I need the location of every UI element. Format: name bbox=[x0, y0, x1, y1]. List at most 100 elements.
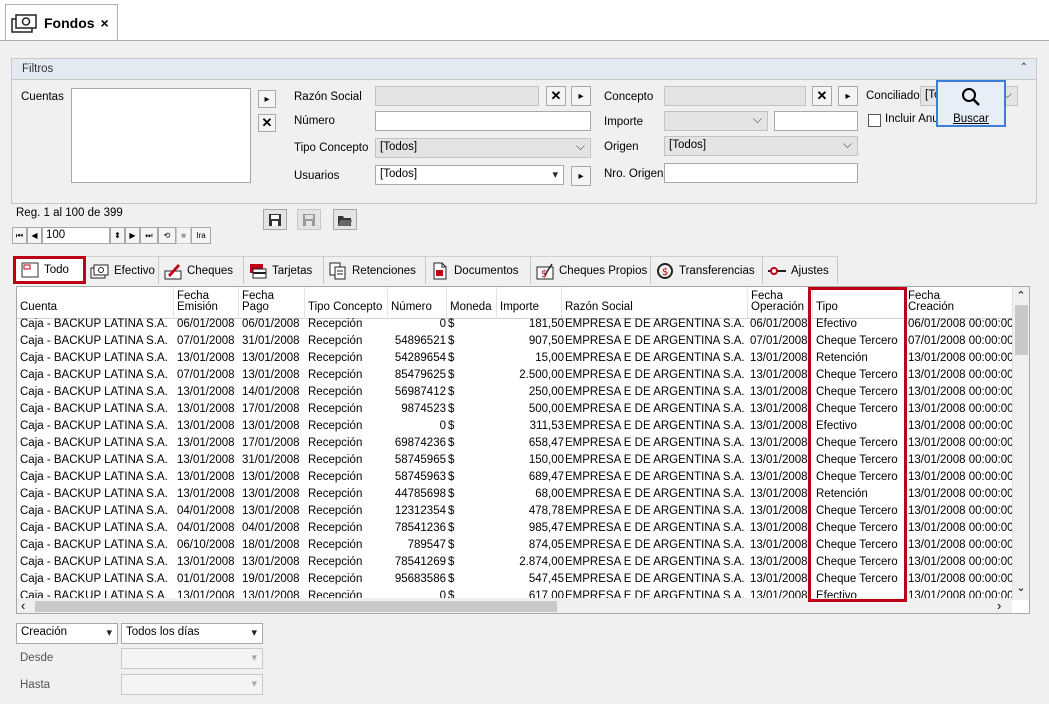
last-page-button[interactable]: ⏭ bbox=[140, 227, 158, 244]
goto-button[interactable]: Ira bbox=[191, 227, 211, 244]
cell-tipo-concepto: Recepción bbox=[308, 573, 363, 585]
col-header-fecha-creacion[interactable]: Fecha Creación bbox=[905, 287, 1015, 319]
concepto-search-button[interactable]: ▸ bbox=[838, 86, 858, 106]
save-as-button[interactable] bbox=[297, 209, 321, 230]
origen-select[interactable]: [Todos] bbox=[664, 136, 858, 156]
filters-header[interactable]: Filtros ⌃ bbox=[12, 59, 1036, 80]
scroll-up-icon[interactable]: ⌃ bbox=[1013, 289, 1029, 302]
tab-cheques[interactable]: Cheques bbox=[159, 256, 244, 284]
table-row[interactable]: Caja - BACKUP LATINA S.A. 13/01/2008 13/01… bbox=[17, 486, 1017, 503]
collapse-icon[interactable]: ⌃ bbox=[1020, 62, 1028, 73]
cell-fecha-emision: 07/01/2008 bbox=[177, 335, 235, 347]
col-header-tipo-concepto[interactable]: Tipo Concepto bbox=[305, 287, 388, 319]
cuentas-add-button[interactable]: ▸ bbox=[258, 90, 276, 108]
save-button[interactable] bbox=[263, 209, 287, 230]
horizontal-scroll-thumb[interactable] bbox=[35, 601, 557, 612]
cell-fecha-emision: 01/01/2008 bbox=[177, 573, 235, 585]
date-range-select[interactable]: Todos los días bbox=[121, 623, 263, 644]
table-row[interactable]: Caja - BACKUP LATINA S.A. 13/01/2008 13/01… bbox=[17, 418, 1017, 435]
tab-efectivo[interactable]: Efectivo bbox=[86, 256, 159, 284]
page-size-spinner[interactable]: ⬍ bbox=[110, 227, 125, 244]
scroll-left-icon[interactable]: ‹ bbox=[21, 598, 25, 613]
desde-date-input[interactable] bbox=[121, 648, 263, 669]
usuarios-search-button[interactable]: ▸ bbox=[571, 166, 591, 186]
results-grid[interactable]: Cuenta Fecha Emisión Fecha Pago Tipo Conce… bbox=[16, 286, 1030, 614]
cell-importe: 658,47 bbox=[528, 437, 564, 449]
close-icon[interactable]: × bbox=[101, 15, 109, 31]
horizontal-scrollbar[interactable]: ‹ › bbox=[17, 598, 1012, 613]
table-row[interactable]: Caja - BACKUP LATINA S.A. 06/10/2008 18/01… bbox=[17, 537, 1017, 554]
retention-icon bbox=[328, 261, 348, 281]
date-field-select[interactable]: Creación bbox=[16, 623, 118, 644]
scroll-down-icon[interactable]: ⌄ bbox=[1013, 581, 1029, 594]
cell-importe: 985,47 bbox=[528, 522, 564, 534]
document-tab-fondos[interactable]: Fondos × bbox=[5, 4, 118, 41]
vertical-scrollbar[interactable]: ⌃ ⌄ bbox=[1012, 287, 1029, 600]
table-row[interactable]: Caja - BACKUP LATINA S.A. 13/01/2008 17/01… bbox=[17, 401, 1017, 418]
table-row[interactable]: Caja - BACKUP LATINA S.A. 06/01/2008 06/01… bbox=[17, 316, 1017, 333]
prev-page-button[interactable]: ◀ bbox=[27, 227, 42, 244]
table-row[interactable]: Caja - BACKUP LATINA S.A. 07/01/2008 31/01… bbox=[17, 333, 1017, 350]
page-size-input[interactable]: 100 bbox=[42, 227, 110, 244]
vertical-scroll-thumb[interactable] bbox=[1015, 305, 1028, 355]
tab-retenciones[interactable]: Retenciones bbox=[324, 256, 426, 284]
concepto-input[interactable] bbox=[664, 86, 806, 106]
col-header-numero[interactable]: Número bbox=[388, 287, 447, 319]
col-header-fecha-operacion[interactable]: Fecha Operación bbox=[748, 287, 813, 319]
col-header-fecha-emision[interactable]: Fecha Emisión bbox=[174, 287, 239, 319]
importe-operator-select[interactable] bbox=[664, 111, 768, 131]
stop-button[interactable]: ■ bbox=[176, 227, 191, 244]
tab-transferencias[interactable]: $ Transferencias bbox=[651, 256, 763, 284]
concepto-clear-button[interactable]: ✕ bbox=[812, 86, 832, 106]
open-button[interactable] bbox=[333, 209, 357, 230]
table-row[interactable]: Caja - BACKUP LATINA S.A. 04/01/2008 13/01… bbox=[17, 503, 1017, 520]
cell-moneda: $ bbox=[448, 369, 455, 381]
scroll-right-icon[interactable]: › bbox=[997, 598, 1001, 613]
cell-fecha-pago: 13/01/2008 bbox=[242, 471, 300, 483]
table-row[interactable]: Caja - BACKUP LATINA S.A. 07/01/2008 13/01… bbox=[17, 367, 1017, 384]
col-header-fecha-pago[interactable]: Fecha Pago bbox=[239, 287, 305, 319]
table-row[interactable]: Caja - BACKUP LATINA S.A. 13/01/2008 31/01… bbox=[17, 452, 1017, 469]
hasta-date-input[interactable] bbox=[121, 674, 263, 695]
refresh-button[interactable]: ⟲ bbox=[158, 227, 176, 244]
importe-input[interactable] bbox=[774, 111, 858, 131]
origen-label: Origen bbox=[604, 141, 639, 153]
buscar-button[interactable]: Buscar bbox=[936, 80, 1006, 127]
tipo-concepto-select[interactable]: [Todos] bbox=[375, 138, 591, 158]
tab-cheques-propios[interactable]: $ Cheques Propios bbox=[531, 256, 651, 284]
table-row[interactable]: Caja - BACKUP LATINA S.A. 13/01/2008 14/01… bbox=[17, 384, 1017, 401]
usuarios-select[interactable]: [Todos] bbox=[375, 165, 564, 185]
cell-fecha-operacion: 13/01/2008 bbox=[750, 539, 808, 551]
table-row[interactable]: Caja - BACKUP LATINA S.A. 01/01/2008 19/01… bbox=[17, 571, 1017, 588]
col-header-razon-social[interactable]: Razón Social bbox=[562, 287, 748, 319]
razon-social-input[interactable] bbox=[375, 86, 539, 106]
tab-documentos[interactable]: Documentos bbox=[426, 256, 531, 284]
nro-origen-label: Nro. Origen bbox=[604, 168, 664, 180]
incluir-anulados-checkbox[interactable] bbox=[868, 114, 881, 127]
nro-origen-input[interactable] bbox=[664, 163, 858, 183]
tab-ajustes[interactable]: Ajustes bbox=[763, 256, 838, 284]
table-row[interactable]: Caja - BACKUP LATINA S.A. 13/01/2008 13/01… bbox=[17, 554, 1017, 571]
page-size-value: 100 bbox=[46, 229, 66, 241]
table-row[interactable]: Caja - BACKUP LATINA S.A. 04/01/2008 04/01… bbox=[17, 520, 1017, 537]
col-header-cuenta[interactable]: Cuenta bbox=[17, 287, 174, 319]
cell-razon-social: EMPRESA E DE ARGENTINA S.A. bbox=[565, 454, 745, 466]
razon-social-clear-button[interactable]: ✕ bbox=[546, 86, 566, 106]
table-row[interactable]: Caja - BACKUP LATINA S.A. 13/01/2008 17/01… bbox=[17, 435, 1017, 452]
col-header-moneda[interactable]: Moneda bbox=[447, 287, 497, 319]
next-page-button[interactable]: ▶ bbox=[125, 227, 140, 244]
tab-tarjetas[interactable]: Tarjetas bbox=[244, 256, 324, 284]
cell-razon-social: EMPRESA E DE ARGENTINA S.A. bbox=[565, 437, 745, 449]
first-page-button[interactable]: ⏮ bbox=[12, 227, 27, 244]
col-header-tipo[interactable]: Tipo bbox=[813, 287, 905, 319]
cell-tipo: Cheque Tercero bbox=[816, 437, 898, 449]
cuentas-clear-button[interactable]: ✕ bbox=[258, 114, 276, 132]
cuentas-list[interactable] bbox=[71, 88, 251, 183]
tab-todo[interactable]: Todo bbox=[13, 256, 86, 284]
cell-cuenta: Caja - BACKUP LATINA S.A. bbox=[20, 318, 168, 330]
table-row[interactable]: Caja - BACKUP LATINA S.A. 13/01/2008 13/01… bbox=[17, 350, 1017, 367]
col-header-importe[interactable]: Importe bbox=[497, 287, 562, 319]
numero-input[interactable] bbox=[375, 111, 591, 131]
table-row[interactable]: Caja - BACKUP LATINA S.A. 13/01/2008 13/01… bbox=[17, 469, 1017, 486]
razon-social-search-button[interactable]: ▸ bbox=[571, 86, 591, 106]
